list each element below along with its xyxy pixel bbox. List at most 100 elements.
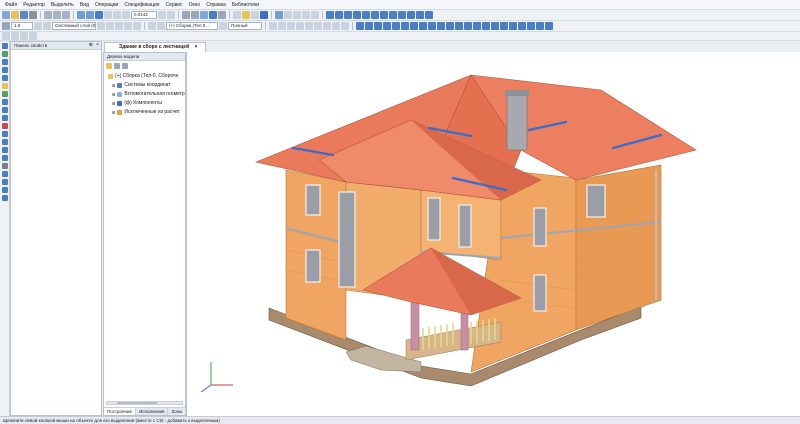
library-icon[interactable]: [293, 11, 301, 19]
expand-icon[interactable]: ⊞: [112, 110, 115, 115]
round-icon[interactable]: [305, 22, 313, 30]
scrollbar-thumb[interactable]: [117, 402, 157, 404]
tree-horizontal-scrollbar[interactable]: [106, 401, 183, 405]
tree-item-auxiliary-geometry[interactable]: ⊞ Вспомогательная геометр: [112, 91, 185, 97]
strip-tool-icon[interactable]: [2, 59, 8, 65]
room-icon[interactable]: [425, 11, 433, 19]
perspective-icon[interactable]: [218, 11, 226, 19]
column-icon[interactable]: [371, 11, 379, 19]
line-width-field[interactable]: 1.0: [11, 22, 33, 30]
strip-tool-icon[interactable]: [2, 155, 8, 161]
extrude-icon[interactable]: [356, 22, 364, 30]
menu-service[interactable]: Сервис: [162, 0, 185, 10]
tab-construction[interactable]: Построение: [104, 408, 137, 415]
split-icon[interactable]: [473, 22, 481, 30]
tree-view-icon[interactable]: [114, 63, 120, 69]
strip-tool-icon[interactable]: [2, 147, 8, 153]
ortho-icon[interactable]: [287, 22, 295, 30]
open-folder-icon[interactable]: [11, 11, 19, 19]
local-cs-icon[interactable]: [296, 22, 304, 30]
document-tab[interactable]: Здание в сборе с лестницей ×: [104, 42, 207, 52]
beam-icon[interactable]: [380, 11, 388, 19]
menu-select[interactable]: Выделить: [48, 0, 77, 10]
menu-view[interactable]: Вид: [77, 0, 92, 10]
sketch-icon[interactable]: [2, 32, 10, 40]
variables-icon[interactable]: [302, 11, 310, 19]
menu-editor[interactable]: Редактор: [20, 0, 48, 10]
pattern-icon[interactable]: [464, 22, 472, 30]
menu-window[interactable]: Окно: [186, 0, 204, 10]
roof-icon[interactable]: [362, 11, 370, 19]
revolve-icon[interactable]: [365, 22, 373, 30]
snap-icon[interactable]: [269, 22, 277, 30]
zoom-in-icon[interactable]: [113, 11, 121, 19]
sweep-icon[interactable]: [374, 22, 382, 30]
redo-icon[interactable]: [86, 11, 94, 19]
weld-icon[interactable]: [500, 22, 508, 30]
undo-icon[interactable]: [77, 11, 85, 19]
explode-icon[interactable]: [545, 22, 553, 30]
strip-tool-icon[interactable]: [2, 99, 8, 105]
layer-icon[interactable]: [43, 22, 51, 30]
visibility-icon[interactable]: [124, 22, 132, 30]
layer-manager-icon[interactable]: [97, 22, 105, 30]
menu-help[interactable]: Справка: [203, 0, 229, 10]
wall-icon[interactable]: [335, 11, 343, 19]
strip-tool-icon[interactable]: [2, 43, 8, 49]
loft-icon[interactable]: [383, 22, 391, 30]
line-style-icon[interactable]: [2, 22, 10, 30]
insert-component-icon[interactable]: [518, 22, 526, 30]
strip-tool-icon[interactable]: [2, 163, 8, 169]
color-icon[interactable]: [34, 22, 42, 30]
railing-icon[interactable]: [407, 11, 415, 19]
view-icon[interactable]: [95, 11, 103, 19]
strip-tool-icon[interactable]: [2, 171, 8, 177]
tree-order-icon[interactable]: [122, 63, 128, 69]
shaded-icon[interactable]: [200, 11, 208, 19]
expand-icon[interactable]: ⊞: [112, 92, 115, 97]
tree-item-excluded[interactable]: ⊞ Исключенные из расчет: [112, 109, 180, 115]
tree-item-assembly[interactable]: (+) Сборка (Тел-0, Сборочн: [108, 73, 178, 79]
lock-icon[interactable]: [115, 22, 123, 30]
save-icon[interactable]: [20, 11, 28, 19]
menu-operations[interactable]: Операции: [92, 0, 121, 10]
manager-icon[interactable]: [275, 11, 283, 19]
tree-item-coordinate-systems[interactable]: ⊞ Системы координат: [112, 82, 171, 88]
extend-icon[interactable]: [314, 22, 322, 30]
select-icon[interactable]: [260, 11, 268, 19]
state-icon[interactable]: [106, 22, 114, 30]
mate-icon[interactable]: [509, 22, 517, 30]
mirror-icon[interactable]: [332, 22, 340, 30]
strip-tool-icon[interactable]: [2, 75, 8, 81]
menu-specification[interactable]: Спецификация: [121, 0, 162, 10]
cut-extrude-icon[interactable]: [392, 22, 400, 30]
help-icon[interactable]: [311, 11, 319, 19]
layer-combo[interactable]: Системный слой (0): [52, 22, 96, 30]
menu-libraries[interactable]: Библиотеки: [229, 0, 262, 10]
rib-icon[interactable]: [437, 22, 445, 30]
expand-icon[interactable]: ⊞: [112, 83, 115, 88]
orientation-icon[interactable]: [219, 22, 227, 30]
wireframe-icon[interactable]: [182, 11, 190, 19]
door-icon[interactable]: [353, 11, 361, 19]
shaded-edges-icon[interactable]: [209, 11, 217, 19]
trim-icon[interactable]: [323, 22, 331, 30]
move-component-icon[interactable]: [527, 22, 535, 30]
measure-icon[interactable]: [242, 11, 250, 19]
axis-icon[interactable]: [20, 32, 28, 40]
sort-icon[interactable]: [157, 22, 165, 30]
collision-icon[interactable]: [536, 22, 544, 30]
tree-icon[interactable]: [148, 22, 156, 30]
strip-tool-icon[interactable]: [2, 83, 8, 89]
strip-tool-icon[interactable]: [2, 131, 8, 137]
draft-icon[interactable]: [446, 22, 454, 30]
opening-icon[interactable]: [416, 11, 424, 19]
point-icon[interactable]: [29, 32, 37, 40]
filter-icon[interactable]: [251, 11, 259, 19]
array-icon[interactable]: [341, 22, 349, 30]
cut-icon[interactable]: [44, 11, 52, 19]
strip-tool-icon[interactable]: [2, 67, 8, 73]
expand-icon[interactable]: ⊞: [112, 101, 115, 106]
print-layer-icon[interactable]: [133, 22, 141, 30]
chamfer-icon[interactable]: [410, 22, 418, 30]
